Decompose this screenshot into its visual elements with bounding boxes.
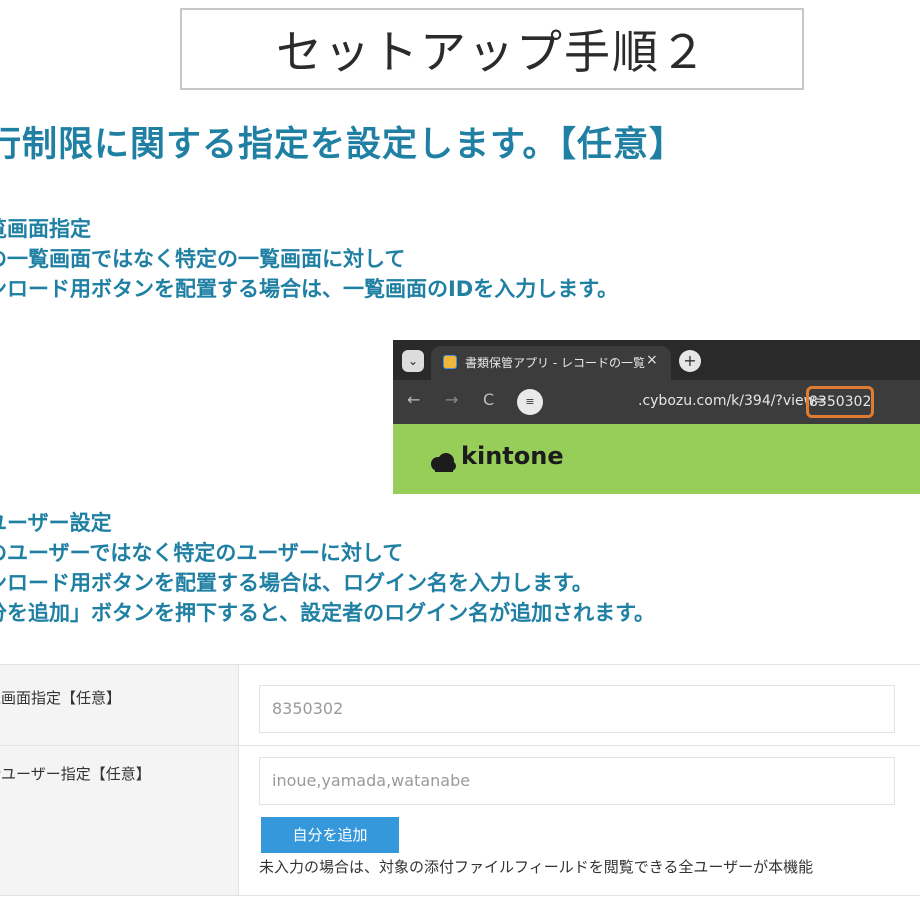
settings-form: 覧画面指定【任意】 行ユーザー指定【任意】 8350302 inoue,yama…: [0, 664, 920, 896]
user-setting-label: 行ユーザー指定【任意】: [0, 765, 151, 783]
login-name-input[interactable]: inoue,yamada,watanabe: [259, 757, 895, 805]
tab-menu-icon[interactable]: ⌄: [402, 350, 424, 372]
app-favicon-icon: [443, 355, 457, 369]
view-setting-label: 覧画面指定【任意】: [0, 689, 122, 707]
reload-icon[interactable]: C: [483, 390, 494, 409]
row-divider: [0, 745, 920, 746]
view-id-highlight: 8350302: [806, 386, 874, 418]
browser-screenshot: ⌄ 書類保管アプリ - レコードの一覧 × + ← → C ≡ .cybozu.…: [393, 340, 920, 494]
label-column: 覧画面指定【任意】 行ユーザー指定【任意】: [0, 665, 239, 895]
kintone-cloud-icon: [431, 453, 456, 472]
tab-close-icon[interactable]: ×: [646, 352, 658, 368]
slide-title: セットアップ手順２: [180, 8, 804, 90]
section-line: ンロード用ボタンを配置する場合は、ログイン名を入力します。: [0, 571, 593, 595]
back-arrow-icon[interactable]: ←: [407, 390, 420, 409]
site-info-icon[interactable]: ≡: [517, 389, 543, 415]
help-note: 未入力の場合は、対象の添付ファイルフィールドを閲覧できる全ユーザーが本機能: [259, 858, 814, 876]
section-line: 覧画面指定: [0, 217, 91, 241]
section-line: ンロード用ボタンを配置する場合は、一覧画面のIDを入力します。: [0, 277, 619, 301]
browser-tab-bar: ⌄ 書類保管アプリ - レコードの一覧 × +: [393, 340, 920, 380]
new-tab-icon[interactable]: +: [679, 350, 701, 372]
kintone-logo-text: kintone: [461, 442, 564, 470]
section-user-setting: ユーザー設定 のユーザーではなく特定のユーザーに対して ンロード用ボタンを配置す…: [0, 508, 655, 628]
section-line: の一覧画面ではなく特定の一覧画面に対して: [0, 247, 406, 271]
tab-title: 書類保管アプリ - レコードの一覧: [465, 356, 645, 370]
add-self-button[interactable]: 自分を追加: [261, 817, 399, 853]
browser-toolbar: ← → C ≡ .cybozu.com/k/394/?view= 8350302: [393, 380, 920, 424]
section-line: 分を追加」ボタンを押下すると、設定者のログイン名が追加されます。: [0, 601, 656, 625]
address-bar-url[interactable]: .cybozu.com/k/394/?view=: [638, 393, 827, 409]
kintone-header: kintone: [393, 424, 920, 494]
section-line: のユーザーではなく特定のユーザーに対して: [0, 541, 404, 565]
section-line: ユーザー設定: [0, 511, 112, 535]
forward-arrow-icon[interactable]: →: [445, 390, 458, 409]
slide-heading: 行制限に関する指定を設定します。【任意】: [0, 125, 686, 165]
browser-tab[interactable]: 書類保管アプリ - レコードの一覧 ×: [431, 346, 671, 380]
section-view-setting: 覧画面指定 の一覧画面ではなく特定の一覧画面に対して ンロード用ボタンを配置する…: [0, 214, 618, 304]
view-id-input[interactable]: 8350302: [259, 685, 895, 733]
